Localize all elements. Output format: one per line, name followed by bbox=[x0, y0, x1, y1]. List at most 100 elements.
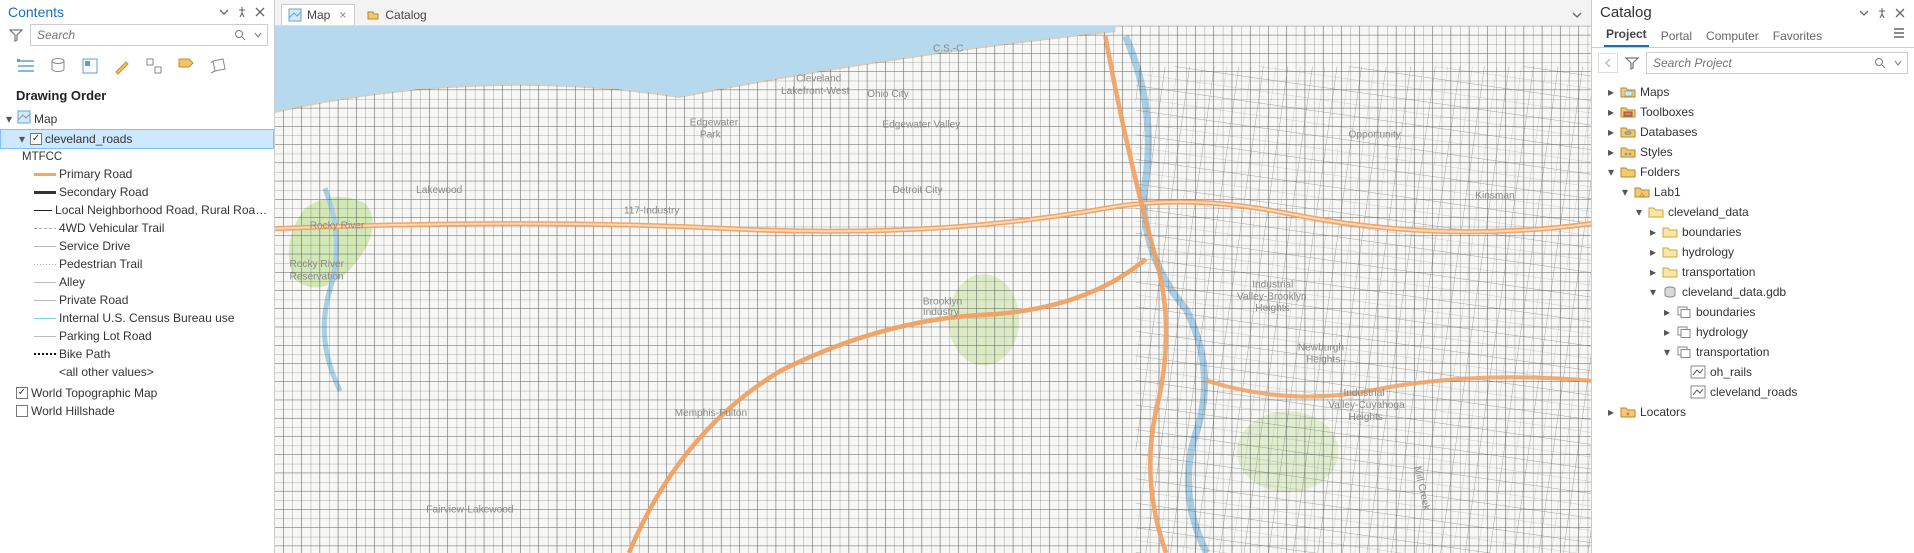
legend-item[interactable]: Bike Path bbox=[0, 345, 274, 363]
catalog-tab-portal[interactable]: Portal bbox=[1659, 27, 1694, 47]
close-tab-icon[interactable]: × bbox=[339, 8, 346, 22]
collapse-icon[interactable]: ▾ bbox=[1620, 184, 1630, 201]
catalog-node-toolboxes[interactable]: ▸ Toolboxes bbox=[1592, 102, 1914, 122]
node-label: transportation bbox=[1696, 344, 1769, 361]
legend-item[interactable]: Alley bbox=[0, 273, 274, 291]
list-by-editing-icon[interactable] bbox=[108, 52, 136, 80]
view-tab-catalog[interactable]: Catalog bbox=[359, 4, 435, 25]
catalog-node-folders[interactable]: ▾ Folders bbox=[1592, 162, 1914, 182]
expand-icon[interactable]: ▸ bbox=[1606, 124, 1616, 141]
contents-pane: Contents bbox=[0, 0, 275, 553]
pin-icon[interactable] bbox=[1874, 5, 1890, 21]
svg-text:Lakewood: Lakewood bbox=[416, 185, 462, 196]
catalog-node-styles[interactable]: ▸ Styles bbox=[1592, 142, 1914, 162]
expand-icon[interactable]: ▸ bbox=[1606, 404, 1616, 421]
collapse-icon[interactable]: ▾ bbox=[1648, 284, 1658, 301]
svg-text:Industrial: Industrial bbox=[1252, 279, 1293, 290]
layer-row-world-topo[interactable]: World Topographic Map bbox=[0, 381, 274, 402]
layer-row-cleveland-roads[interactable]: ▾ cleveland_roads bbox=[0, 129, 274, 149]
contents-title: Contents bbox=[8, 4, 214, 20]
list-by-selection-icon[interactable] bbox=[76, 52, 104, 80]
map-svg: Lakewood Rocky River Rocky River Reserva… bbox=[275, 26, 1591, 553]
layer-row-world-hillshade[interactable]: World Hillshade bbox=[0, 402, 274, 420]
legend-all-other-values[interactable]: <all other values> bbox=[0, 363, 274, 381]
catalog-node-boundaries-folder[interactable]: ▸ boundaries bbox=[1592, 222, 1914, 242]
chevron-down-icon[interactable] bbox=[1569, 7, 1585, 23]
filter-icon[interactable] bbox=[1622, 53, 1642, 73]
legend-item[interactable]: Internal U.S. Census Bureau use bbox=[0, 309, 274, 327]
catalog-node-cleveland-data[interactable]: ▾ cleveland_data bbox=[1592, 202, 1914, 222]
node-label: Styles bbox=[1640, 144, 1673, 161]
legend-item[interactable]: Primary Road bbox=[0, 165, 274, 183]
catalog-node-lab1[interactable]: ▾ Lab1 bbox=[1592, 182, 1914, 202]
catalog-node-transportation-folder[interactable]: ▸ transportation bbox=[1592, 262, 1914, 282]
close-icon[interactable] bbox=[252, 4, 268, 20]
search-icon[interactable] bbox=[1871, 57, 1889, 69]
app-root: Contents bbox=[0, 0, 1914, 553]
collapse-icon[interactable]: ▾ bbox=[1606, 164, 1616, 181]
catalog-node-cleveland-gdb[interactable]: ▾ cleveland_data.gdb bbox=[1592, 282, 1914, 302]
catalog-tab-project[interactable]: Project bbox=[1604, 25, 1649, 47]
menu-icon[interactable] bbox=[1892, 26, 1906, 47]
catalog-tab-computer[interactable]: Computer bbox=[1704, 27, 1761, 47]
databases-folder-icon bbox=[1620, 125, 1636, 139]
legend-item[interactable]: Parking Lot Road bbox=[0, 327, 274, 345]
catalog-node-maps[interactable]: ▸ Maps bbox=[1592, 82, 1914, 102]
collapse-icon[interactable]: ▾ bbox=[1634, 204, 1644, 221]
list-by-source-icon[interactable] bbox=[44, 52, 72, 80]
map-view[interactable]: Lakewood Rocky River Rocky River Reserva… bbox=[275, 26, 1591, 553]
catalog-node-databases[interactable]: ▸ Databases bbox=[1592, 122, 1914, 142]
search-icon[interactable] bbox=[231, 29, 249, 41]
expand-icon[interactable]: ▸ bbox=[1606, 104, 1616, 121]
expand-icon[interactable]: ▸ bbox=[1648, 224, 1658, 241]
legend-item[interactable]: Private Road bbox=[0, 291, 274, 309]
chevron-down-icon[interactable] bbox=[1856, 5, 1872, 21]
svg-text:Rocky River: Rocky River bbox=[310, 221, 365, 232]
chevron-down-icon[interactable] bbox=[216, 4, 232, 20]
search-dropdown-icon[interactable] bbox=[249, 31, 267, 39]
map-group-row[interactable]: ▾ Map bbox=[0, 109, 274, 129]
legend-item[interactable]: Service Drive bbox=[0, 237, 274, 255]
catalog-node-oh-rails[interactable]: ▸ oh_rails bbox=[1592, 362, 1914, 382]
collapse-icon[interactable]: ▾ bbox=[4, 114, 14, 124]
search-dropdown-icon[interactable] bbox=[1889, 59, 1907, 67]
catalog-node-cleveland-roads[interactable]: ▸ cleveland_roads bbox=[1592, 382, 1914, 402]
node-label: oh_rails bbox=[1710, 364, 1752, 381]
expand-icon[interactable]: ▸ bbox=[1662, 324, 1672, 341]
filter-icon[interactable] bbox=[6, 25, 26, 45]
layer-visibility-checkbox[interactable] bbox=[30, 133, 42, 145]
svg-text:C.S.-C: C.S.-C bbox=[933, 43, 963, 54]
view-tab-map[interactable]: Map × bbox=[281, 4, 355, 25]
pin-icon[interactable] bbox=[234, 4, 250, 20]
legend-item[interactable]: Secondary Road bbox=[0, 183, 274, 201]
list-by-labeling-icon[interactable] bbox=[172, 52, 200, 80]
legend-item[interactable]: Local Neighborhood Road, Rural Road, Cit… bbox=[0, 201, 274, 219]
expand-icon[interactable]: ▸ bbox=[1606, 144, 1616, 161]
collapse-icon[interactable]: ▾ bbox=[1662, 344, 1672, 361]
legend-item[interactable]: 4WD Vehicular Trail bbox=[0, 219, 274, 237]
layer-visibility-checkbox[interactable] bbox=[16, 387, 28, 399]
catalog-node-hydrology-folder[interactable]: ▸ hydrology bbox=[1592, 242, 1914, 262]
list-by-snapping-icon[interactable] bbox=[140, 52, 168, 80]
catalog-search-input[interactable] bbox=[1647, 54, 1871, 72]
svg-text:117-Industry: 117-Industry bbox=[624, 205, 680, 216]
catalog-node-gdb-hydrology[interactable]: ▸ hydrology bbox=[1592, 322, 1914, 342]
catalog-node-locators[interactable]: ▸ Locators bbox=[1592, 402, 1914, 422]
expand-icon[interactable]: ▸ bbox=[1662, 304, 1672, 321]
catalog-node-gdb-boundaries[interactable]: ▸ boundaries bbox=[1592, 302, 1914, 322]
layer-visibility-checkbox[interactable] bbox=[16, 405, 28, 417]
expand-icon[interactable]: ▸ bbox=[1648, 244, 1658, 261]
catalog-title: Catalog bbox=[1600, 4, 1854, 21]
list-by-perspective-icon[interactable] bbox=[204, 52, 232, 80]
back-icon[interactable] bbox=[1598, 53, 1618, 73]
legend-item[interactable]: Pedestrian Trail bbox=[0, 255, 274, 273]
expand-icon[interactable]: ▸ bbox=[1648, 264, 1658, 281]
collapse-icon[interactable]: ▾ bbox=[17, 134, 27, 144]
folder-icon bbox=[1662, 225, 1678, 239]
catalog-node-gdb-transportation[interactable]: ▾ transportation bbox=[1592, 342, 1914, 362]
close-icon[interactable] bbox=[1892, 5, 1908, 21]
contents-search-input[interactable] bbox=[31, 26, 231, 44]
list-by-drawing-order-icon[interactable] bbox=[12, 52, 40, 80]
expand-icon[interactable]: ▸ bbox=[1606, 84, 1616, 101]
catalog-tab-favorites[interactable]: Favorites bbox=[1771, 27, 1824, 47]
